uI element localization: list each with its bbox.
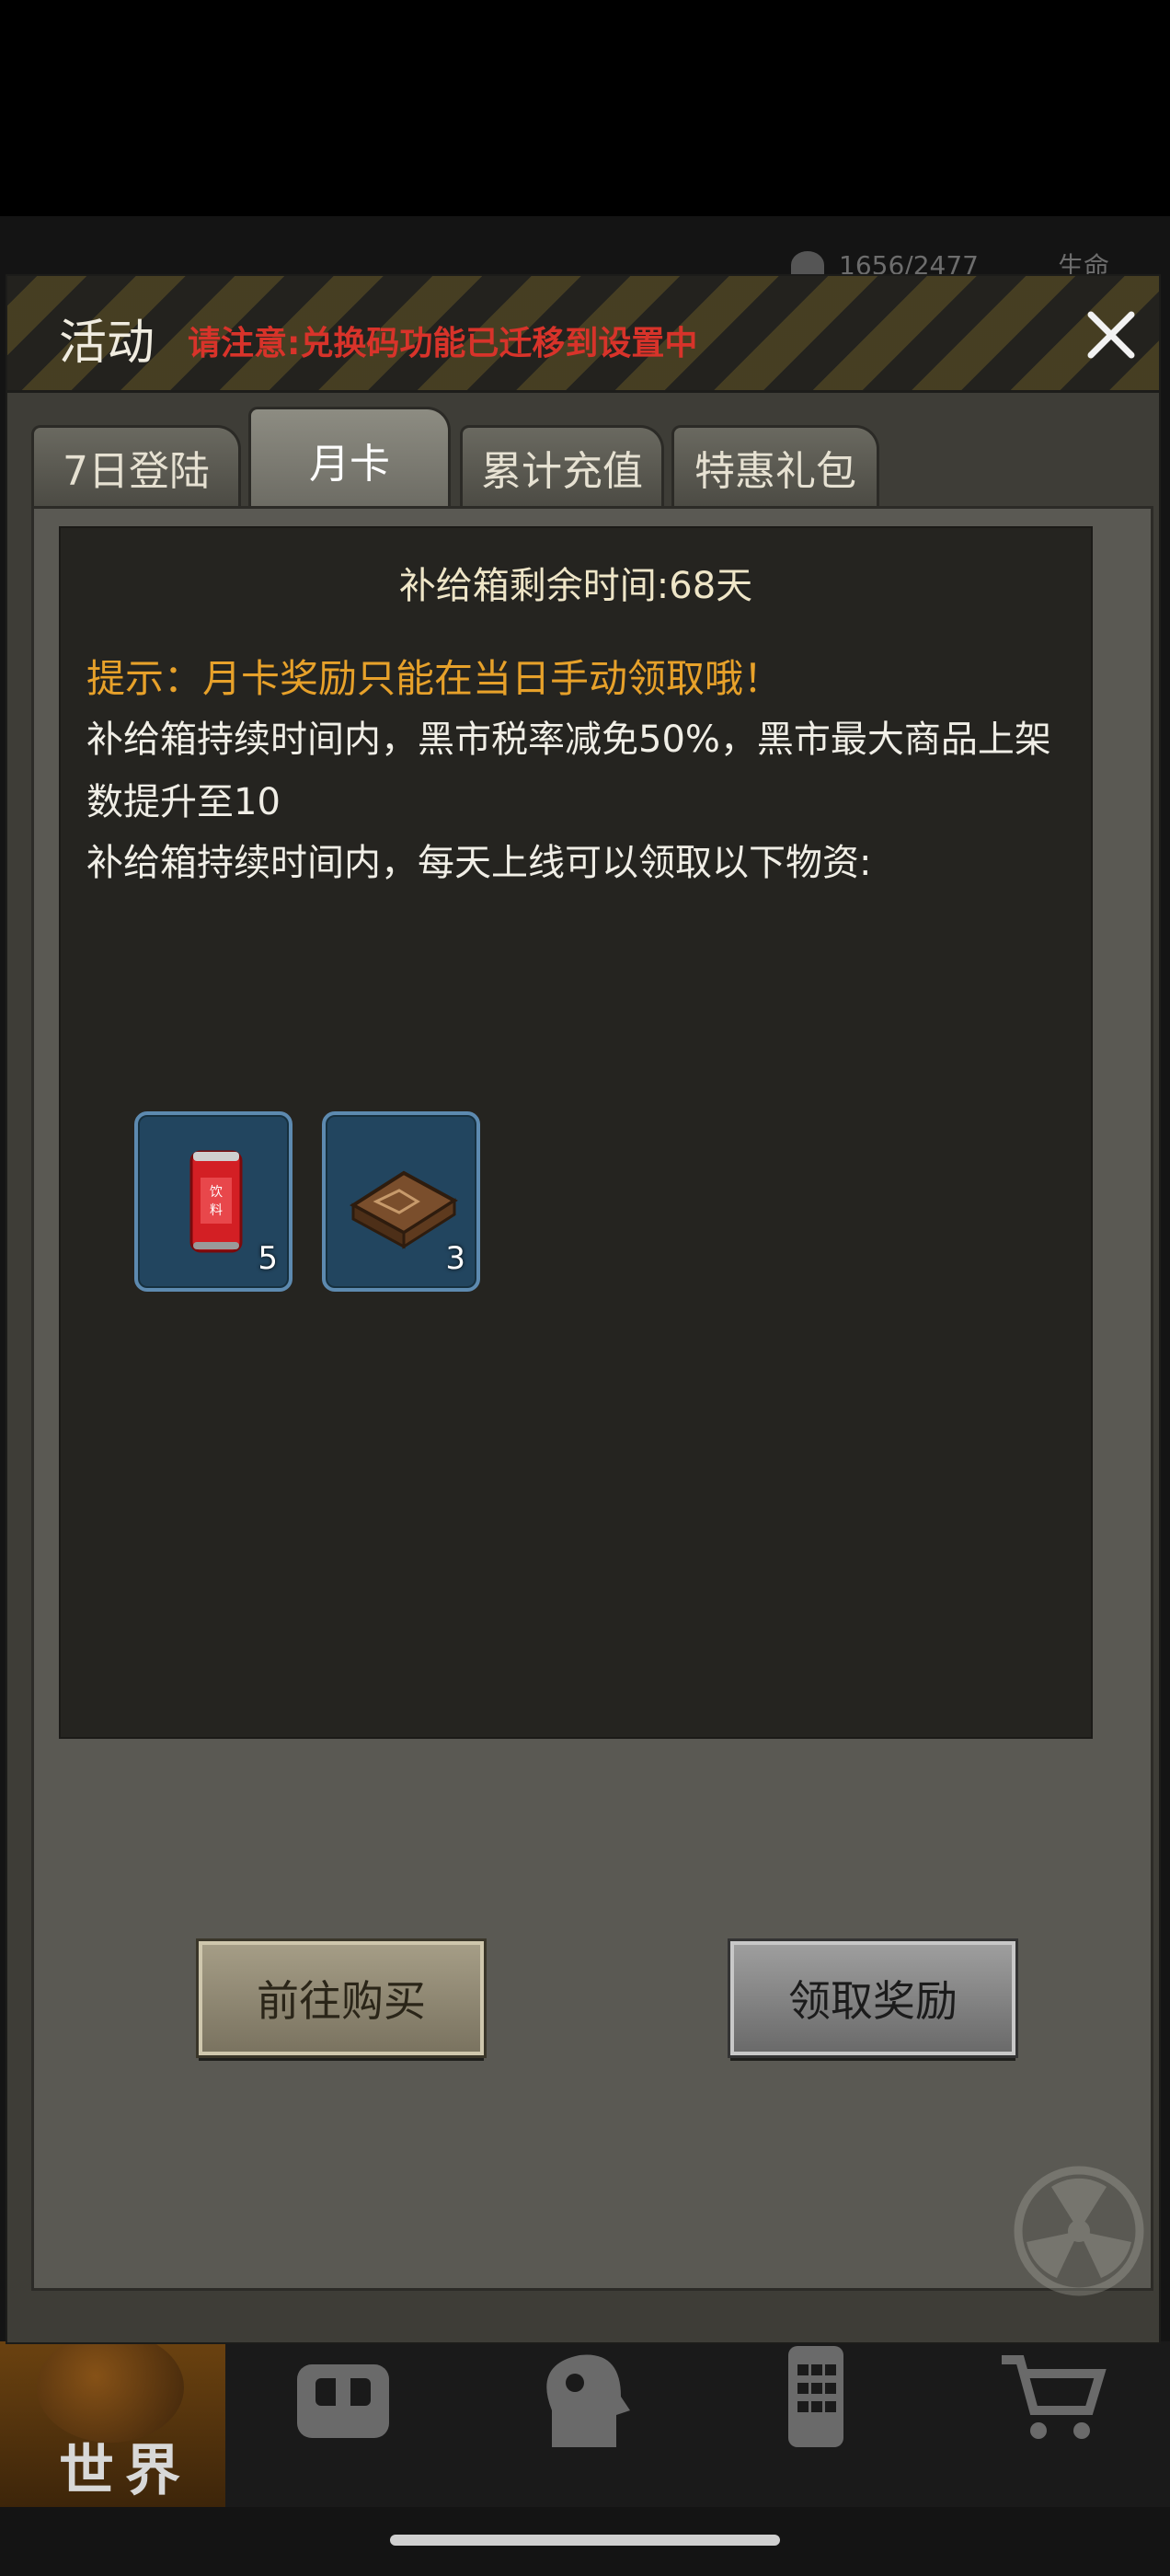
bottom-nav: 世界: [0, 2332, 1170, 2507]
notice-text: 请注意:兑换码功能已迁移到设置中: [188, 325, 698, 362]
shopping-cart-icon: [1001, 2355, 1107, 2439]
dialog-header: 活动 请注意:兑换码功能已迁移到设置中: [7, 276, 1159, 393]
content-panel: 补给箱剩余时间:68天 提示：月卡奖励只能在当日手动领取哦！ 补给箱持续时间内，…: [59, 526, 1093, 1739]
nav-item-backpack[interactable]: [225, 2341, 462, 2507]
head-profile-icon: [546, 2354, 631, 2447]
tab-special-pack[interactable]: 特惠礼包: [671, 425, 879, 506]
home-indicator[interactable]: [390, 2535, 780, 2546]
nav-item-skills[interactable]: [462, 2341, 698, 2507]
activity-dialog: 活动 请注意:兑换码功能已迁移到设置中 7日登陆 月卡 累计充值 特惠礼包 补给…: [6, 274, 1161, 2344]
can-label-2: 料: [210, 1203, 223, 1218]
tip-text: 提示：月卡奖励只能在当日手动领取哦！: [86, 656, 783, 701]
phone-keypad-icon: [787, 2346, 843, 2447]
tab-monthly-card[interactable]: 月卡: [248, 407, 451, 510]
backpack-icon: [297, 2364, 390, 2438]
close-icon: [1087, 311, 1135, 359]
close-button[interactable]: [1074, 298, 1148, 372]
nav-item-phone[interactable]: [698, 2341, 935, 2507]
nav-item-shop[interactable]: [934, 2341, 1170, 2507]
reward-quantity: 5: [258, 1240, 278, 1277]
description-2: 补给箱持续时间内，每天上线可以领取以下物资:: [86, 842, 872, 884]
tab-cumulative-recharge[interactable]: 累计充值: [460, 425, 664, 506]
reward-item-drink[interactable]: 饮 料 5: [134, 1111, 292, 1292]
nav-item-world-label: 世界: [59, 2439, 191, 2503]
reward-quantity: 3: [445, 1240, 465, 1277]
go-buy-button[interactable]: 前往购买: [196, 1938, 487, 2058]
radiation-icon: [1014, 2166, 1144, 2296]
reward-item-map-box[interactable]: 3: [322, 1111, 480, 1292]
remaining-time: 补给箱剩余时间:68天: [398, 565, 753, 607]
nav-item-world[interactable]: 世界: [0, 2332, 225, 2507]
tab-7-day-login[interactable]: 7日登陆: [31, 425, 241, 506]
can-label-1: 饮: [210, 1185, 223, 1200]
claim-reward-button[interactable]: 领取奖励: [728, 1938, 1018, 2058]
dialog-title: 活动: [59, 316, 155, 371]
description-1: 补给箱持续时间内，黑市税率减免50%，黑市最大商品上架数提升至10: [86, 719, 1051, 823]
